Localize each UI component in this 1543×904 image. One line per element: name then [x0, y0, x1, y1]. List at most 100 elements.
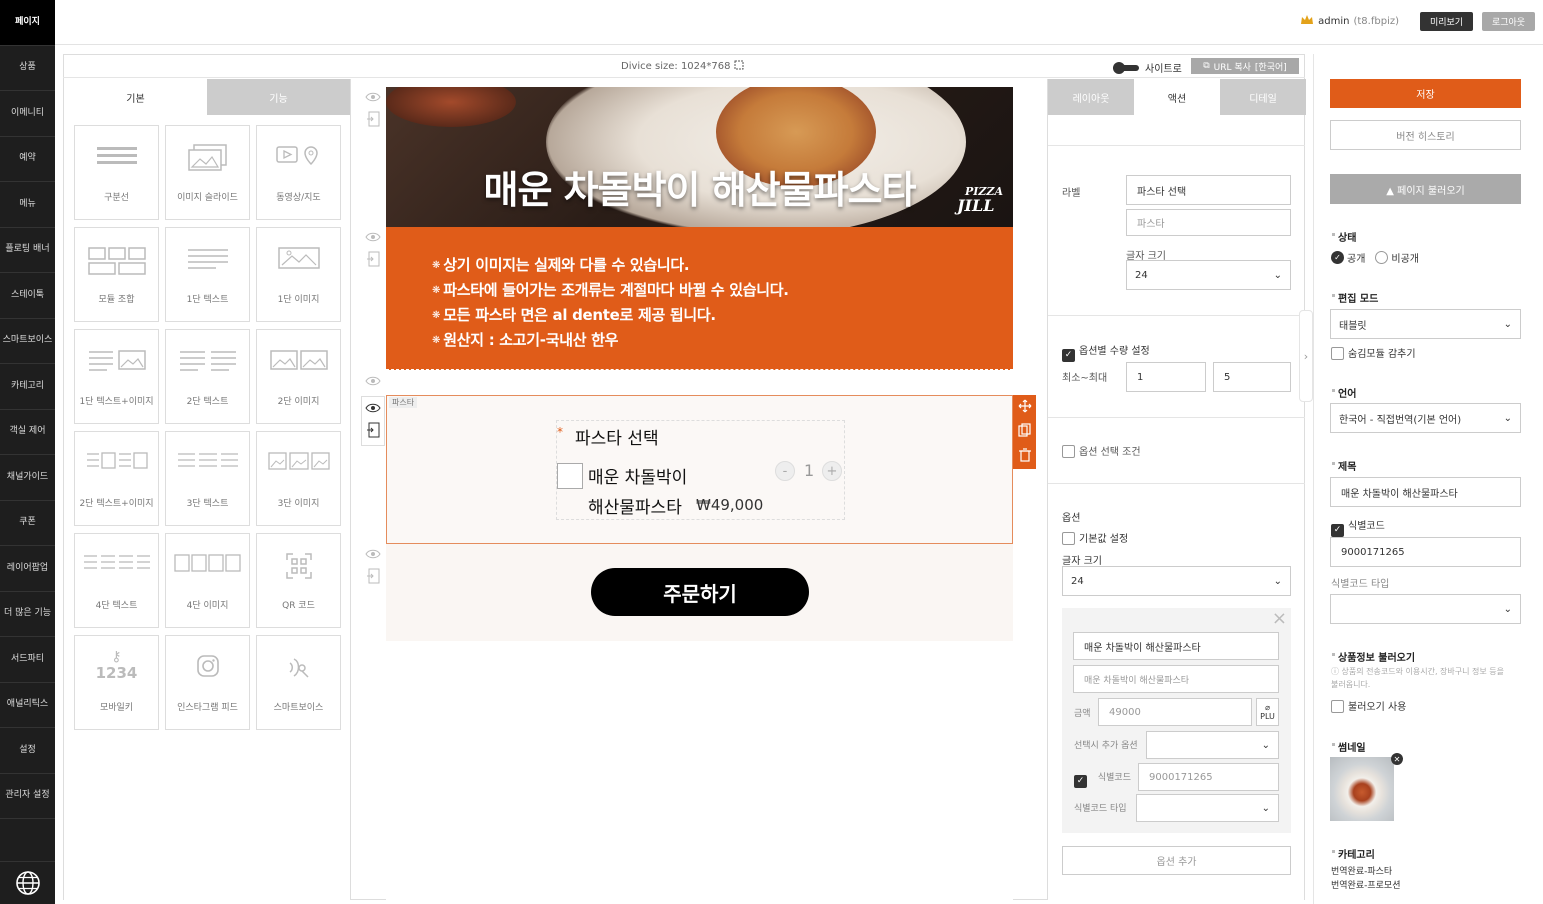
order-button[interactable]: 주문하기: [591, 568, 809, 616]
tile-2col-image[interactable]: 2단 이미지: [256, 329, 341, 424]
code-checkbox[interactable]: ✓: [1074, 775, 1087, 788]
tab-function[interactable]: 기능: [207, 79, 350, 115]
tile-image-slide[interactable]: 이미지 슬라이드: [165, 125, 250, 220]
add-option-button[interactable]: 옵션 추가: [1062, 846, 1291, 875]
tile-mobile-key[interactable]: ⚷ 1234 모바일키: [74, 635, 159, 730]
default-setting-row[interactable]: 기본값 설정: [1062, 530, 1128, 545]
option-condition-row[interactable]: 옵션 선택 조건: [1062, 443, 1141, 458]
close-icon[interactable]: ×: [1272, 608, 1287, 629]
move-block-icon[interactable]: [366, 251, 380, 270]
hide-module-checkbox[interactable]: [1331, 347, 1344, 360]
tab-action[interactable]: 액션: [1134, 79, 1220, 115]
title-input[interactable]: 매운 차돌박이 해산물파스타: [1330, 477, 1521, 507]
eye-icon[interactable]: [365, 549, 381, 562]
font-size-select-2[interactable]: 24 ⌄: [1062, 566, 1291, 596]
label-input[interactable]: 파스타 선택: [1126, 175, 1291, 205]
option-name-translated-input[interactable]: 매운 차돌박이 해산물파스타: [1073, 665, 1279, 693]
min-qty-input[interactable]: 1: [1126, 362, 1206, 392]
price-input[interactable]: 49000: [1098, 698, 1252, 726]
rotate-icon[interactable]: [733, 59, 745, 74]
qty-minus-button[interactable]: -: [775, 461, 795, 481]
nav-item-product[interactable]: 상품: [0, 46, 55, 91]
load-use-checkbox[interactable]: [1331, 700, 1344, 713]
nav-item-analytics[interactable]: 애널리틱스: [0, 683, 55, 728]
notice-block[interactable]: 상기 이미지는 실제와 다를 수 있습니다. 파스타에 들어가는 조개류는 계절…: [386, 227, 1013, 370]
code-type-select[interactable]: ⌄: [1330, 594, 1521, 624]
radio-private[interactable]: 비공개: [1375, 250, 1419, 265]
preview-button[interactable]: 미리보기: [1420, 12, 1473, 31]
code-type-select[interactable]: ⌄: [1136, 794, 1279, 822]
tile-1col-text-image[interactable]: 1단 텍스트+이미지: [74, 329, 159, 424]
option-checkbox[interactable]: [557, 463, 583, 489]
option-block[interactable]: 파스타 * 파스타 선택 매운 차돌박이 해산물파스타 ₩49,000 - 1 …: [386, 395, 1013, 544]
move-icon[interactable]: [1018, 399, 1032, 416]
save-button[interactable]: 저장: [1330, 79, 1521, 108]
nav-item-category[interactable]: 카테고리: [0, 364, 55, 410]
plu-button[interactable]: ⌀ PLU: [1256, 698, 1279, 726]
option-name-input[interactable]: 매운 차돌박이 해산물파스타: [1073, 632, 1279, 660]
tile-qr-code[interactable]: QR 코드: [256, 533, 341, 628]
nav-item-amenity[interactable]: 이메니티: [0, 91, 55, 137]
toggle-switch[interactable]: [1113, 61, 1139, 74]
tab-basic[interactable]: 기본: [64, 79, 207, 115]
qty-setting-checkbox[interactable]: ✓: [1062, 349, 1075, 362]
panel-collapse-handle[interactable]: ›: [1299, 310, 1313, 402]
hide-module-row[interactable]: 숨김모듈 감추기: [1331, 345, 1416, 360]
nav-item-reservation[interactable]: 예약: [0, 137, 55, 182]
tile-3col-text[interactable]: 3단 텍스트: [165, 431, 250, 526]
tile-4col-text[interactable]: 4단 텍스트: [74, 533, 159, 628]
tile-1col-image[interactable]: 1단 이미지: [256, 227, 341, 322]
tile-3col-image[interactable]: 3단 이미지: [256, 431, 341, 526]
globe-icon[interactable]: [0, 861, 55, 904]
nav-item-room-control[interactable]: 객실 제어: [0, 410, 55, 455]
eye-icon[interactable]: [365, 232, 381, 245]
tile-4col-image[interactable]: 4단 이미지: [165, 533, 250, 628]
url-copy-button[interactable]: ⧉ URL 복사 [한국어]: [1191, 58, 1299, 74]
nav-item-settings[interactable]: 설정: [0, 728, 55, 774]
nav-item-menu[interactable]: 메뉴: [0, 182, 55, 228]
qty-setting-row[interactable]: ✓ 옵션별 수량 설정: [1062, 342, 1150, 362]
trash-icon[interactable]: [1018, 448, 1031, 465]
tab-detail[interactable]: 디테일: [1220, 79, 1306, 115]
nav-item-more[interactable]: 더 많은 기능: [0, 592, 55, 637]
code-row[interactable]: ✓ 식별코드: [1074, 770, 1131, 788]
duplicate-icon[interactable]: [1017, 423, 1032, 440]
move-block-icon[interactable]: [366, 568, 380, 587]
logout-button[interactable]: 로그아웃: [1482, 12, 1535, 31]
code-input[interactable]: 9000171265: [1138, 763, 1279, 791]
version-history-button[interactable]: 버전 히스토리: [1330, 120, 1521, 150]
code-check-checkbox[interactable]: ✓: [1331, 524, 1344, 537]
eye-icon[interactable]: [365, 403, 381, 416]
nav-item-status[interactable]: 스테이툭: [0, 273, 55, 319]
extra-option-select[interactable]: ⌄: [1146, 731, 1279, 759]
load-use-row[interactable]: 불러오기 사용: [1331, 698, 1406, 713]
option-condition-checkbox[interactable]: [1062, 445, 1075, 458]
max-qty-input[interactable]: 5: [1213, 362, 1291, 392]
qty-plus-button[interactable]: +: [822, 461, 842, 481]
code-check-row[interactable]: ✓ 식별코드: [1331, 517, 1385, 537]
edit-mode-select[interactable]: 태블릿 ⌄: [1330, 309, 1521, 339]
nav-item-page[interactable]: 페이지: [0, 0, 55, 46]
nav-item-channel-guide[interactable]: 채널가이드: [0, 455, 55, 501]
nav-item-layer-popup[interactable]: 레이어팝업: [0, 546, 55, 592]
default-setting-checkbox[interactable]: [1062, 532, 1075, 545]
tile-2col-text[interactable]: 2단 텍스트: [165, 329, 250, 424]
tile-video-map[interactable]: 동영상/지도: [256, 125, 341, 220]
nav-item-coupon[interactable]: 쿠폰: [0, 501, 55, 546]
move-block-icon[interactable]: [366, 422, 380, 441]
tab-layout[interactable]: 레이아웃: [1048, 79, 1134, 115]
move-block-icon[interactable]: [366, 111, 380, 130]
nav-item-third-party[interactable]: 서드파티: [0, 637, 55, 683]
tile-instagram[interactable]: 인스타그램 피드: [165, 635, 250, 730]
nav-item-smart-voice[interactable]: 스마트보이스: [0, 319, 55, 364]
font-size-select[interactable]: 24 ⌄: [1126, 260, 1291, 290]
radio-public[interactable]: ✓ 공개: [1331, 250, 1365, 265]
thumbnail-image[interactable]: [1330, 757, 1394, 821]
thumbnail-remove-icon[interactable]: ✕: [1391, 753, 1403, 765]
eye-icon[interactable]: [365, 92, 381, 105]
code-value-input[interactable]: 9000171265: [1330, 537, 1521, 567]
site-toggle[interactable]: 사이트로: [1113, 60, 1182, 75]
tile-2col-text-image[interactable]: 2단 텍스트+이미지: [74, 431, 159, 526]
nav-item-admin-settings[interactable]: 관리자 설정: [0, 774, 55, 819]
language-select[interactable]: 한국어 - 직접번역(기본 언어) ⌄: [1330, 403, 1521, 433]
